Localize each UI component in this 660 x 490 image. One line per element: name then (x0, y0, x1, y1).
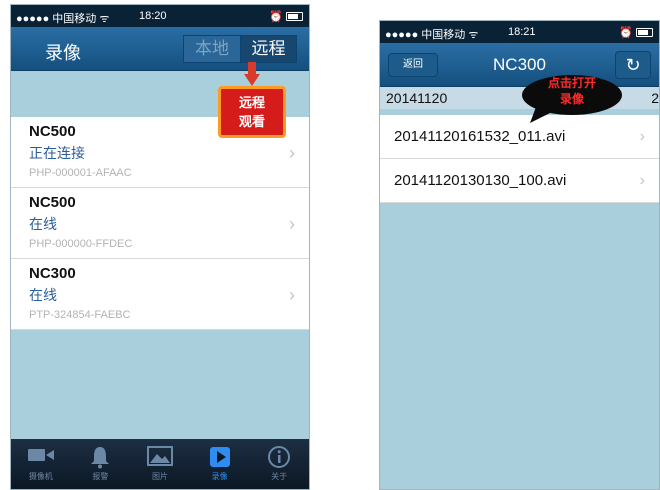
tab-camera[interactable]: 摄像机 (11, 439, 71, 489)
arrow-down-icon (244, 62, 260, 86)
battery-icon (636, 28, 653, 37)
info-icon (249, 439, 309, 469)
status-bar: ●●●●● 中国移动 ᯤ 18:20 ⏰ (11, 5, 309, 27)
alarm-icon: ⏰ (619, 27, 633, 39)
callout-line: 远程 (238, 95, 265, 110)
open-recording-hint: 点击打开 录像 (520, 75, 624, 107)
tab-label: 关于 (271, 472, 288, 481)
file-name: 20141120161532_011.avi (394, 128, 566, 145)
chevron-right-icon: › (639, 171, 645, 189)
tab-about[interactable]: 关于 (249, 439, 309, 489)
carrier-signal: ●●●●● 中国移动 ᯤ (16, 13, 110, 25)
page-title: 录像 (45, 43, 81, 63)
tab-label: 报警 (92, 472, 109, 481)
date-tail: 2 (651, 90, 659, 106)
file-name: 20141120130130_100.avi (394, 172, 567, 189)
tab-label: 图片 (151, 472, 168, 481)
recording-files-screen: ●●●●● 中国移动 ᯤ 18:21 ⏰ 返回 NC300 ↻ 20141120… (379, 20, 660, 490)
device-name: NC500 (29, 194, 76, 211)
tab-alarm[interactable]: 报警 (71, 439, 131, 489)
tab-recordings[interactable]: 录像 (190, 439, 250, 489)
tab-pictures[interactable]: 图片 (130, 439, 190, 489)
device-id: PTP-324854-FAEBC (29, 309, 131, 321)
status-right: ⏰ (269, 10, 303, 23)
device-id: PHP-000000-FFDEC (29, 238, 133, 250)
source-segmented-control: 本地 远程 (183, 35, 297, 63)
tab-remote[interactable]: 远程 (240, 36, 296, 62)
picture-icon (130, 439, 190, 469)
chevron-right-icon: › (289, 143, 295, 163)
device-id: PHP-000001-AFAAC (29, 167, 132, 179)
date-value: 20141120 (386, 90, 448, 106)
alarm-icon: ⏰ (269, 11, 283, 23)
battery-icon (286, 12, 303, 21)
nav-bar: 录像 本地 远程 (11, 27, 309, 71)
status-time: 18:20 (139, 10, 167, 22)
bell-icon (71, 439, 131, 469)
chevron-right-icon: › (289, 214, 295, 234)
status-right: ⏰ (619, 26, 653, 39)
callout-line: 观看 (238, 114, 265, 129)
chevron-right-icon: › (289, 285, 295, 305)
device-list: NC500 正在连接 PHP-000001-AFAAC › NC500 在线 P… (11, 117, 309, 330)
file-list: 20141120161532_011.avi › 20141120130130_… (380, 115, 659, 203)
bottom-tab-bar: 摄像机 报警 图片 录像 关于 (11, 439, 309, 489)
hint-line: 录像 (559, 92, 584, 106)
device-name: NC300 (29, 265, 76, 282)
hint-line: 点击打开 (547, 76, 596, 90)
device-status: 在线 (29, 216, 57, 232)
remote-view-callout: 远程 观看 (218, 86, 286, 138)
camera-icon (11, 439, 71, 469)
device-row[interactable]: NC500 在线 PHP-000000-FFDEC › (11, 188, 309, 259)
tab-label: 摄像机 (28, 472, 53, 481)
tab-label: 录像 (211, 472, 228, 481)
recordings-screen: ●●●●● 中国移动 ᯤ 18:20 ⏰ 录像 本地 远程 NC500 正在连接… (10, 4, 310, 490)
status-bar: ●●●●● 中国移动 ᯤ 18:21 ⏰ (380, 21, 659, 43)
tab-local[interactable]: 本地 (184, 36, 240, 62)
status-time: 18:21 (508, 26, 536, 38)
file-row[interactable]: 20141120130130_100.avi › (380, 159, 659, 203)
refresh-icon: ↻ (625, 55, 641, 75)
device-row[interactable]: NC300 在线 PTP-324854-FAEBC › (11, 259, 309, 330)
device-status: 在线 (29, 287, 57, 303)
device-status: 正在连接 (29, 145, 85, 161)
chevron-right-icon: › (639, 127, 645, 145)
play-icon (190, 439, 250, 469)
carrier-signal: ●●●●● 中国移动 ᯤ (385, 29, 479, 41)
